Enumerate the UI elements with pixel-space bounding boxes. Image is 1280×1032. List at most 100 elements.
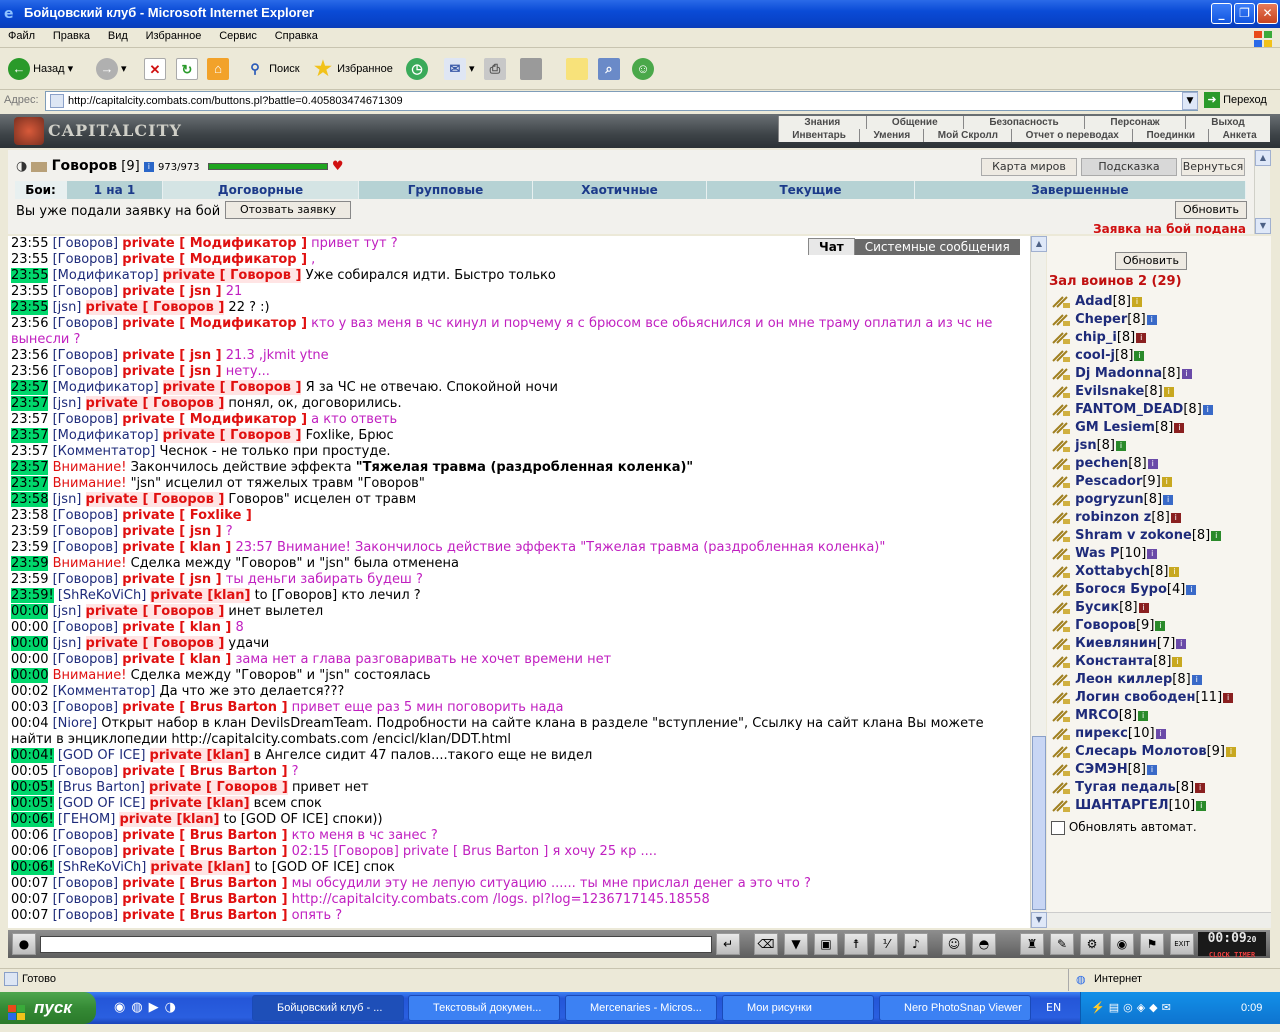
info-icon[interactable]: i: [1147, 548, 1158, 559]
warrior-item[interactable]: Xottabych[8] i: [1051, 564, 1180, 582]
warrior-name[interactable]: Pescador: [1075, 474, 1142, 489]
nav-skills[interactable]: Умения: [859, 129, 923, 142]
mail-button[interactable]: ✉ ▾: [444, 56, 475, 82]
warrior-item[interactable]: СЭМЭН[8] i: [1051, 762, 1158, 780]
chat-timestamp[interactable]: 23:55: [11, 236, 48, 251]
chat-timestamp[interactable]: 00:00: [11, 604, 49, 619]
warrior-name[interactable]: Леон киллер: [1075, 672, 1172, 687]
chat-private-target[interactable]: private [ klan ]: [122, 620, 231, 635]
warrior-name[interactable]: Слесарь Молотов: [1075, 744, 1206, 759]
fight-icon[interactable]: [1051, 313, 1071, 327]
task-pictures[interactable]: Мои рисунки: [722, 995, 874, 1021]
nav-character[interactable]: Персонаж: [1084, 116, 1185, 129]
chat-nick[interactable]: [Модификатор]: [53, 428, 159, 443]
chat-nick[interactable]: [Говоров]: [53, 508, 119, 523]
chat-private-target[interactable]: private [ Brus Barton ]: [122, 828, 287, 843]
history-button[interactable]: ◷: [406, 56, 428, 82]
chat-timestamp[interactable]: 00:07: [11, 892, 48, 907]
forward-button[interactable]: → ▾: [96, 56, 127, 82]
chat-timestamp[interactable]: 00:00: [11, 636, 49, 651]
info-icon[interactable]: i: [1147, 458, 1158, 469]
chat-private-target[interactable]: private [klan]: [119, 812, 220, 827]
chat-nick[interactable]: [Niore]: [53, 716, 98, 731]
info-icon[interactable]: i: [1191, 674, 1202, 685]
filter-icon[interactable]: ▼: [784, 933, 808, 955]
favorites-button[interactable]: ★ Избранное: [312, 56, 393, 82]
fight-icon[interactable]: [1051, 493, 1071, 507]
chat-nick[interactable]: [GOD OF ICE]: [58, 796, 146, 811]
chat-scroll-thumb[interactable]: [1032, 736, 1046, 910]
chat-nick[interactable]: [Говоров]: [53, 524, 119, 539]
fight-icon[interactable]: [1051, 745, 1071, 759]
tab-system-messages[interactable]: Системные сообщения: [854, 239, 1020, 255]
nav-exit[interactable]: Выход: [1184, 116, 1270, 129]
info-icon[interactable]: i: [1169, 566, 1180, 577]
warrior-item[interactable]: jsn[8] i: [1051, 438, 1127, 456]
chat-nick[interactable]: [Говоров]: [53, 412, 119, 427]
fraction-icon[interactable]: ⅟: [874, 933, 898, 955]
scroll-icon[interactable]: ✎: [1050, 933, 1074, 955]
exit-icon[interactable]: EXIT: [1170, 933, 1194, 955]
fight-icon[interactable]: [1051, 583, 1071, 597]
tab-chat[interactable]: Чат: [808, 238, 855, 255]
chat-private-target[interactable]: private [ klan ]: [122, 652, 231, 667]
bag-icon[interactable]: ♜: [1020, 933, 1044, 955]
fight-icon[interactable]: [1051, 331, 1071, 345]
scroll-up-arrow[interactable]: ▲: [1255, 150, 1271, 166]
chat-nick[interactable]: [jsn]: [53, 396, 82, 411]
chat-nick[interactable]: [GOD OF ICE]: [58, 748, 146, 763]
chat-nick[interactable]: [Говоров]: [53, 620, 119, 635]
warrior-name[interactable]: pechen: [1075, 456, 1128, 471]
warrior-item[interactable]: Логин свободен[11] i: [1051, 690, 1234, 708]
hint-button[interactable]: Подсказка: [1081, 158, 1177, 176]
menu-file[interactable]: Файл: [0, 28, 41, 42]
chat-nick[interactable]: [ГЕНОМ]: [58, 812, 116, 827]
fight-icon[interactable]: [1051, 511, 1071, 525]
chat-timestamp[interactable]: 23:58: [11, 508, 48, 523]
chat-nick[interactable]: [Говоров]: [53, 284, 119, 299]
chat-timestamp[interactable]: 00:06!: [11, 812, 54, 827]
chat-private-target[interactable]: private [ klan ]: [122, 540, 231, 555]
return-button[interactable]: Вернуться: [1181, 158, 1245, 176]
chat-nick[interactable]: [Говоров]: [53, 540, 119, 555]
info-icon[interactable]: i: [1195, 782, 1206, 793]
menu-favorites[interactable]: Избранное: [138, 28, 208, 42]
chat-timestamp[interactable]: 00:03: [11, 700, 48, 715]
warrior-name[interactable]: Константа: [1075, 654, 1153, 669]
info-icon[interactable]: i: [1138, 710, 1149, 721]
info-icon[interactable]: i: [143, 161, 154, 172]
warrior-name[interactable]: Богося Буро: [1075, 582, 1167, 597]
warrior-item[interactable]: Леон киллер[8] i: [1051, 672, 1202, 690]
send-icon[interactable]: ↵: [716, 933, 740, 955]
fight-icon[interactable]: [1051, 385, 1071, 399]
chat-nick[interactable]: [ShReKoViCh]: [58, 588, 146, 603]
info-icon[interactable]: i: [1161, 476, 1172, 487]
warrior-name[interactable]: robinzon z: [1075, 510, 1151, 525]
save-icon[interactable]: ▣: [814, 933, 838, 955]
chat-private-target[interactable]: private [ jsn ]: [122, 524, 221, 539]
chat-timestamp[interactable]: 23:55: [11, 284, 48, 299]
chat-nick[interactable]: [Комментатор]: [53, 684, 156, 699]
chat-private-target[interactable]: private [ Foxlike ]: [122, 508, 252, 523]
chat-private-target[interactable]: private [ Говоров ]: [162, 380, 302, 395]
chat-private-target[interactable]: private [ Brus Barton ]: [122, 844, 287, 859]
nav-knowledge[interactable]: Знания: [778, 116, 866, 129]
edit-button[interactable]: [520, 56, 542, 82]
minimize-button[interactable]: _: [1211, 3, 1232, 24]
chat-timestamp[interactable]: 23:57: [11, 460, 49, 475]
warrior-item[interactable]: Константа[8] i: [1051, 654, 1183, 672]
warrior-name[interactable]: СЭМЭН: [1075, 762, 1127, 777]
fight-icon[interactable]: [1051, 475, 1071, 489]
flag-icon[interactable]: ⚑: [1140, 933, 1164, 955]
close-button[interactable]: ✕: [1257, 3, 1278, 24]
warrior-name[interactable]: FANTOM_DEAD: [1075, 402, 1183, 417]
chat-private-target[interactable]: private [klan]: [149, 748, 250, 763]
info-icon[interactable]: i: [1146, 314, 1157, 325]
withdraw-button[interactable]: Отозвать заявку: [225, 201, 351, 219]
chat-timestamp[interactable]: 00:02: [11, 684, 48, 699]
warrior-name[interactable]: Evilsnake: [1075, 384, 1144, 399]
fight-icon[interactable]: [1051, 637, 1071, 651]
warrior-item[interactable]: Adad[8] i: [1051, 294, 1143, 312]
fight-icon[interactable]: [1051, 601, 1071, 615]
info-icon[interactable]: i: [1186, 584, 1197, 595]
